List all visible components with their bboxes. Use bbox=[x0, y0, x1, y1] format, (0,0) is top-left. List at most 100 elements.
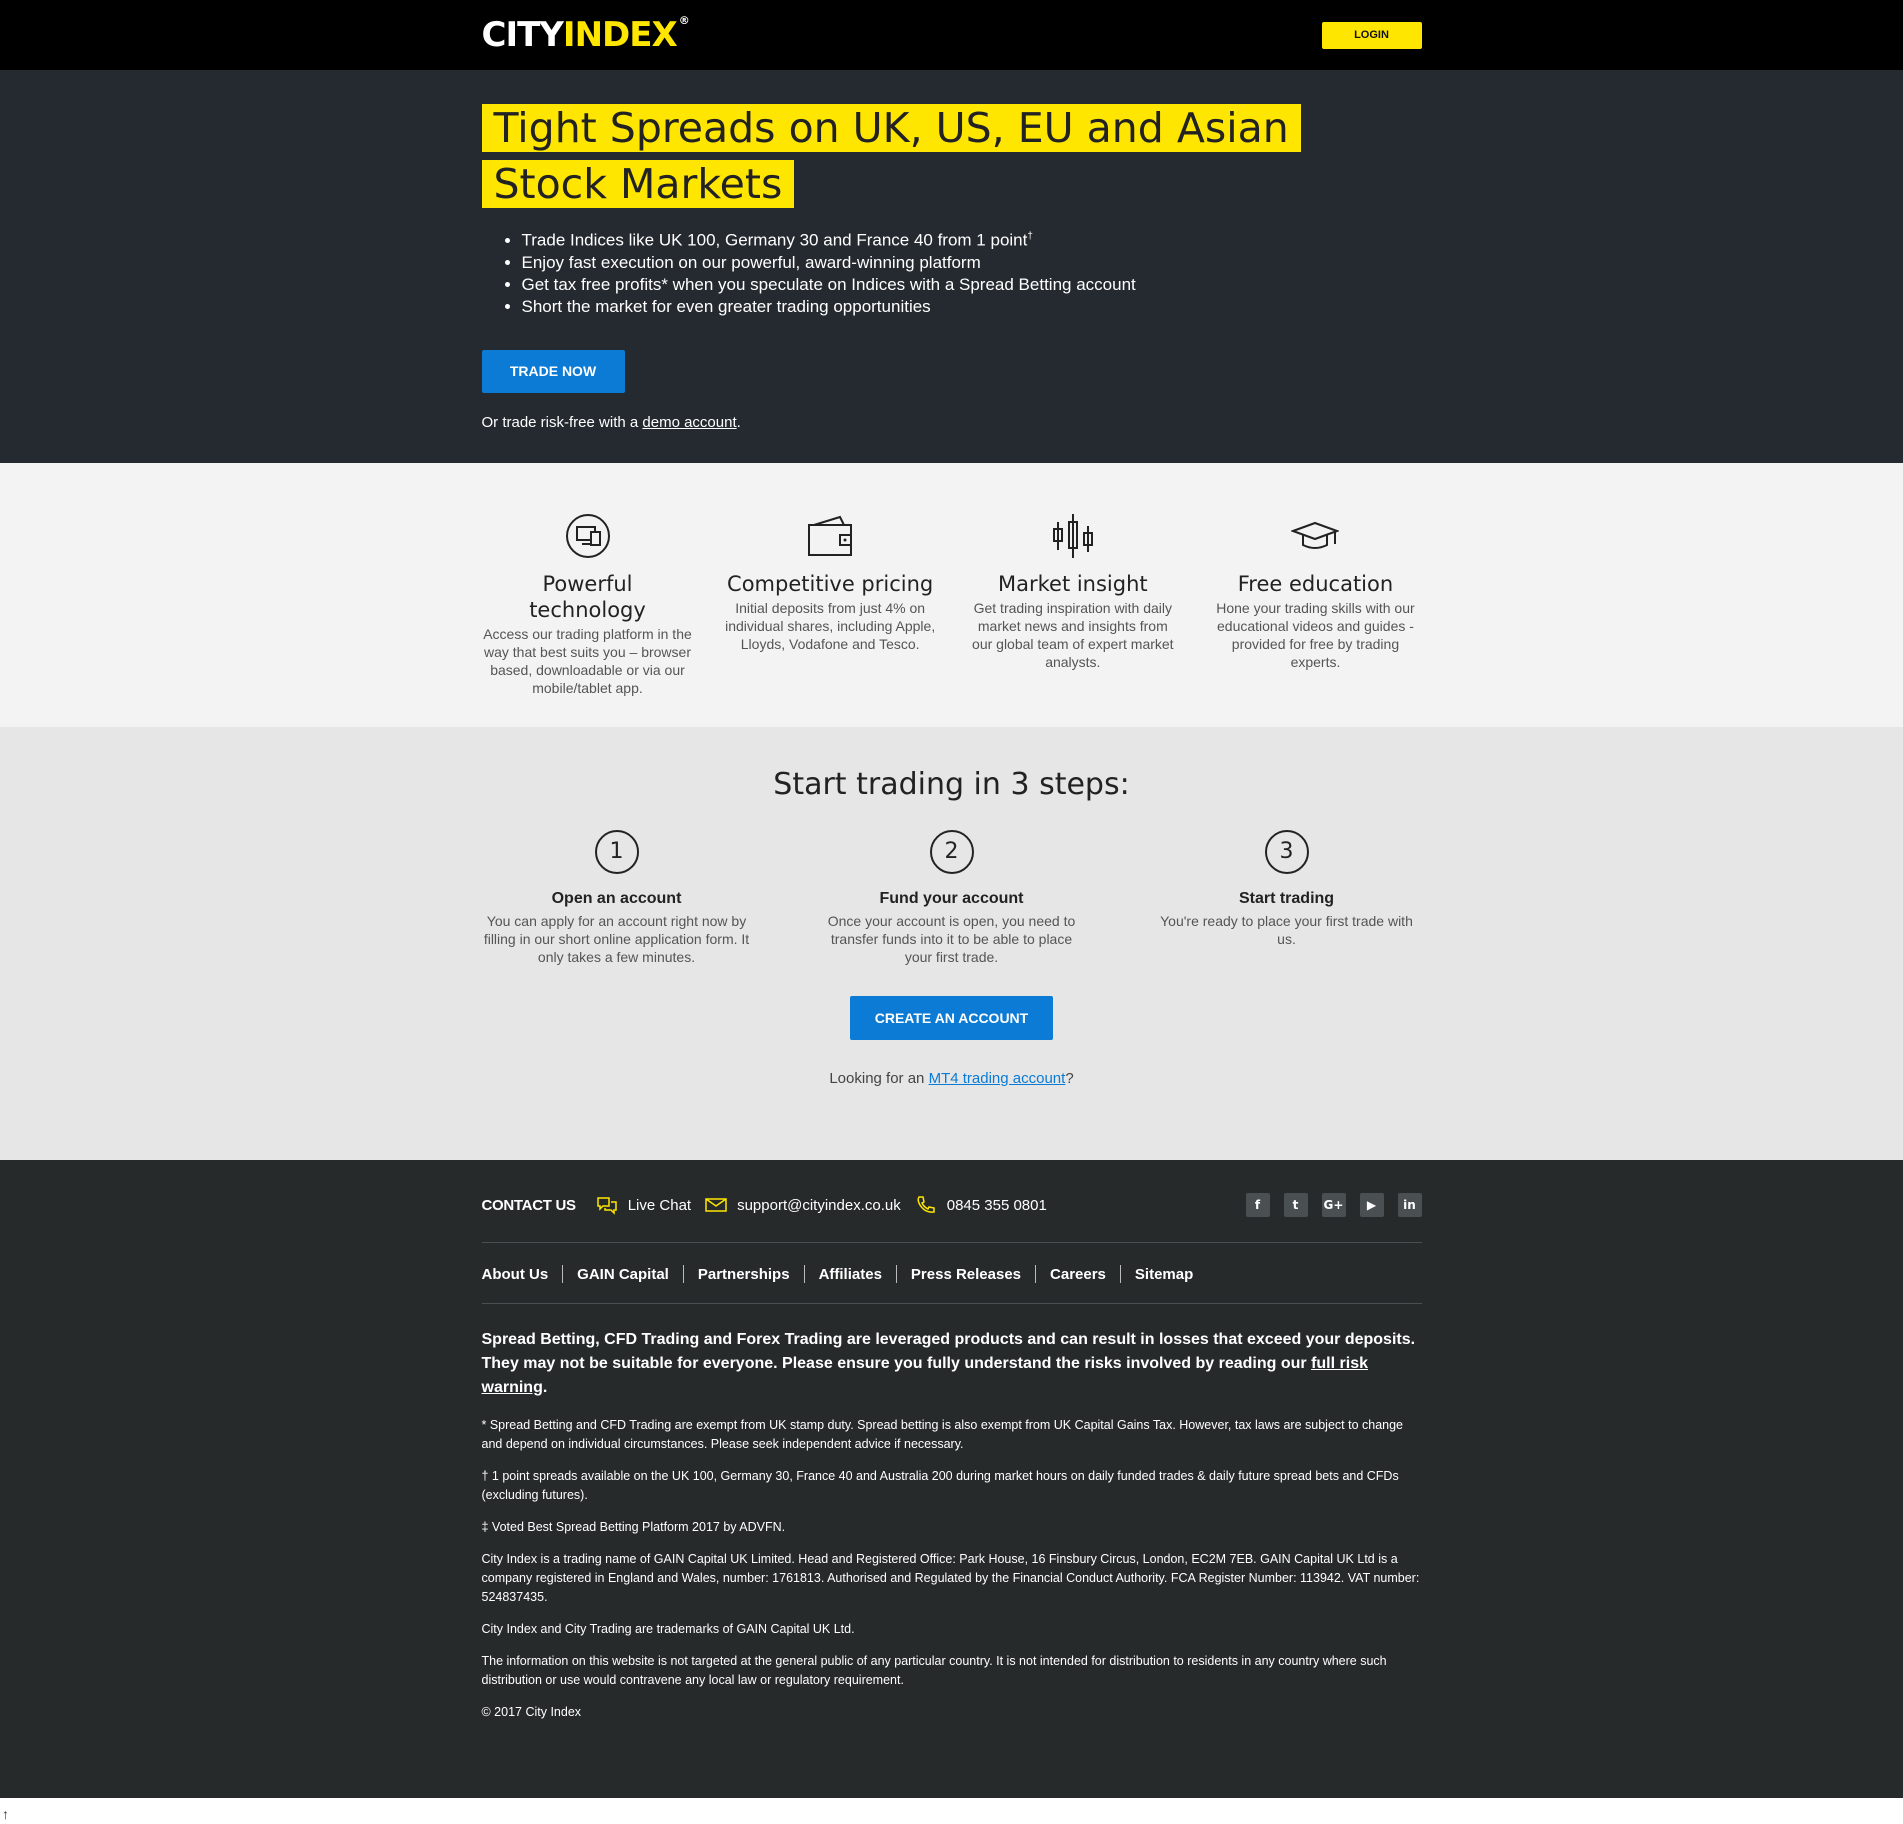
linkedin-icon[interactable]: in bbox=[1397, 1193, 1422, 1217]
hero-bullet: Short the market for even greater tradin… bbox=[522, 296, 1422, 318]
envelope-icon bbox=[705, 1197, 727, 1213]
footer-link-affiliates[interactable]: Affiliates bbox=[819, 1266, 882, 1283]
phone-link[interactable]: 0845 355 0801 bbox=[915, 1195, 1047, 1215]
footer-links: About Us GAIN Capital Partnerships Affil… bbox=[482, 1265, 1422, 1283]
legal-note: City Index and City Trading are trademar… bbox=[481, 1622, 855, 1636]
feature-competitive-pricing: Competitive pricing Initial deposits fro… bbox=[724, 507, 936, 697]
legal-note: The information on this website is not t… bbox=[481, 1654, 1387, 1687]
step-start-trading: 3 Start trading You're ready to place yo… bbox=[1152, 830, 1422, 966]
email-link[interactable]: support@cityindex.co.uk bbox=[705, 1197, 901, 1214]
hero-bullet: Enjoy fast execution on our powerful, aw… bbox=[522, 252, 1422, 274]
login-button[interactable]: LOGIN bbox=[1321, 21, 1422, 49]
demo-suffix: . bbox=[736, 413, 741, 431]
risk-warning: Spread Betting, CFD Trading and Forex Tr… bbox=[482, 1328, 1422, 1400]
wallet-icon bbox=[724, 507, 936, 565]
mt4-line: Looking for an MT4 trading account? bbox=[0, 1070, 1903, 1087]
step-open-account: 1 Open an account You can apply for an a… bbox=[482, 830, 752, 966]
link-separator bbox=[1035, 1265, 1037, 1283]
city-index-logo[interactable]: CITY INDEX ® bbox=[481, 14, 690, 55]
step-title: Open an account bbox=[551, 890, 682, 907]
link-separator bbox=[682, 1265, 684, 1283]
features-section: Powerful technology Access our trading p… bbox=[0, 463, 1903, 727]
risk-warning-text: Spread Betting, CFD Trading and Forex Tr… bbox=[481, 1331, 1416, 1372]
footer-divider bbox=[481, 1242, 1422, 1243]
step-number-badge: 1 bbox=[594, 830, 639, 874]
footer-link-about-us[interactable]: About Us bbox=[482, 1266, 549, 1283]
hero-bullet-list: Trade Indices like UK 100, Germany 30 an… bbox=[522, 226, 1422, 318]
link-separator bbox=[803, 1265, 805, 1283]
footer-link-sitemap[interactable]: Sitemap bbox=[1135, 1266, 1193, 1283]
feature-market-insight: Market insight Get trading inspiration w… bbox=[967, 507, 1179, 697]
phone-number: 0845 355 0801 bbox=[946, 1196, 1047, 1214]
risk-suffix: . bbox=[542, 1379, 548, 1396]
hero-title-text: Tight Spreads on UK, US, EU and Asian St… bbox=[481, 104, 1301, 208]
copyright: © 2017 City Index bbox=[481, 1705, 582, 1719]
bottom-strip bbox=[0, 1808, 1903, 1824]
demo-prefix: Or trade risk-free with a bbox=[481, 413, 643, 431]
feature-title: Market insight bbox=[997, 572, 1148, 596]
footer-link-gain-capital[interactable]: GAIN Capital bbox=[577, 1266, 669, 1283]
footer-divider bbox=[481, 1303, 1422, 1304]
trade-now-button[interactable]: TRADE NOW bbox=[481, 349, 625, 393]
legal-note: ‡ Voted Best Spread Betting Platform 201… bbox=[481, 1520, 786, 1534]
chat-bubble-icon bbox=[596, 1195, 618, 1215]
feature-free-education: Free education Hone your trading skills … bbox=[1209, 507, 1421, 697]
feature-text: Initial deposits from just 4% on individ… bbox=[725, 600, 936, 652]
hero-bullet-text: Trade Indices like UK 100, Germany 30 an… bbox=[521, 230, 1028, 250]
scroll-top-arrow-icon[interactable]: ↑ bbox=[2, 1806, 9, 1822]
feature-powerful-technology: Powerful technology Access our trading p… bbox=[482, 507, 694, 697]
step-title: Start trading bbox=[1238, 890, 1335, 907]
legal-note: * Spread Betting and CFD Trading are exe… bbox=[481, 1418, 1404, 1451]
demo-account-link[interactable]: demo account bbox=[642, 414, 736, 431]
email-address: support@cityindex.co.uk bbox=[737, 1196, 901, 1214]
step-text: You're ready to place your first trade w… bbox=[1160, 913, 1413, 947]
footer-link-careers[interactable]: Careers bbox=[1050, 1266, 1106, 1283]
top-bar: CITY INDEX ® LOGIN bbox=[0, 0, 1903, 70]
step-fund-account: 2 Fund your account Once your account is… bbox=[817, 830, 1087, 966]
create-account-button[interactable]: CREATE AN ACCOUNT bbox=[850, 996, 1053, 1040]
feature-text: Hone your trading skills with our educat… bbox=[1216, 600, 1415, 670]
hero-section: Tight Spreads on UK, US, EU and Asian St… bbox=[0, 70, 1903, 463]
footer: CONTACT US Live Chat support@cityindex.c… bbox=[0, 1160, 1903, 1798]
step-number-badge: 3 bbox=[1264, 830, 1309, 874]
google-plus-icon[interactable]: G+ bbox=[1321, 1193, 1346, 1217]
youtube-icon[interactable]: ▶ bbox=[1359, 1193, 1384, 1217]
phone-icon bbox=[915, 1195, 937, 1215]
legal-note: † 1 point spreads available on the UK 10… bbox=[481, 1469, 1399, 1502]
link-separator bbox=[895, 1265, 897, 1283]
footer-link-partnerships[interactable]: Partnerships bbox=[698, 1266, 790, 1283]
candlestick-icon bbox=[967, 507, 1179, 565]
link-separator bbox=[1119, 1265, 1121, 1283]
twitter-icon[interactable]: t bbox=[1283, 1193, 1308, 1217]
contact-us-label: CONTACT US bbox=[481, 1196, 577, 1214]
link-separator bbox=[562, 1265, 564, 1283]
feature-title: Competitive pricing bbox=[727, 572, 934, 596]
logo-index-text: INDEX bbox=[562, 15, 678, 55]
facebook-icon[interactable]: f bbox=[1245, 1193, 1270, 1217]
graduation-cap-icon bbox=[1209, 507, 1421, 565]
logo-city-text: CITY bbox=[481, 15, 564, 55]
live-chat-link[interactable]: Live Chat bbox=[596, 1195, 691, 1215]
contact-row: CONTACT US Live Chat support@cityindex.c… bbox=[482, 1188, 1422, 1222]
hero-title: Tight Spreads on UK, US, EU and Asian St… bbox=[481, 100, 1332, 212]
demo-line: Or trade risk-free with a demo account. bbox=[482, 414, 1422, 431]
step-number-badge: 2 bbox=[929, 830, 974, 874]
feature-text: Get trading inspiration with daily marke… bbox=[972, 600, 1174, 670]
mt4-account-link[interactable]: MT4 trading account bbox=[929, 1070, 1066, 1087]
steps-title: Start trading in 3 steps: bbox=[773, 767, 1130, 802]
logo-registered-mark: ® bbox=[678, 14, 690, 27]
steps-section: Start trading in 3 steps: 1 Open an acco… bbox=[0, 727, 1903, 1160]
feature-title: Powerful technology bbox=[529, 572, 646, 622]
live-chat-label: Live Chat bbox=[627, 1196, 692, 1214]
footer-link-press-releases[interactable]: Press Releases bbox=[911, 1266, 1021, 1283]
step-text: Once your account is open, you need to t… bbox=[827, 913, 1076, 965]
social-links: f t G+ ▶ in bbox=[1245, 1193, 1422, 1217]
hero-bullet: Get tax free profits* when you speculate… bbox=[522, 274, 1422, 296]
mt4-suffix: ? bbox=[1065, 1070, 1074, 1087]
step-title: Fund your account bbox=[879, 890, 1024, 907]
monitor-tablet-icon bbox=[482, 507, 694, 565]
dagger-mark: † bbox=[1027, 231, 1033, 242]
step-text: You can apply for an account right now b… bbox=[483, 913, 750, 965]
feature-text: Access our trading platform in the way t… bbox=[483, 626, 692, 696]
mt4-prefix: Looking for an bbox=[829, 1070, 929, 1087]
